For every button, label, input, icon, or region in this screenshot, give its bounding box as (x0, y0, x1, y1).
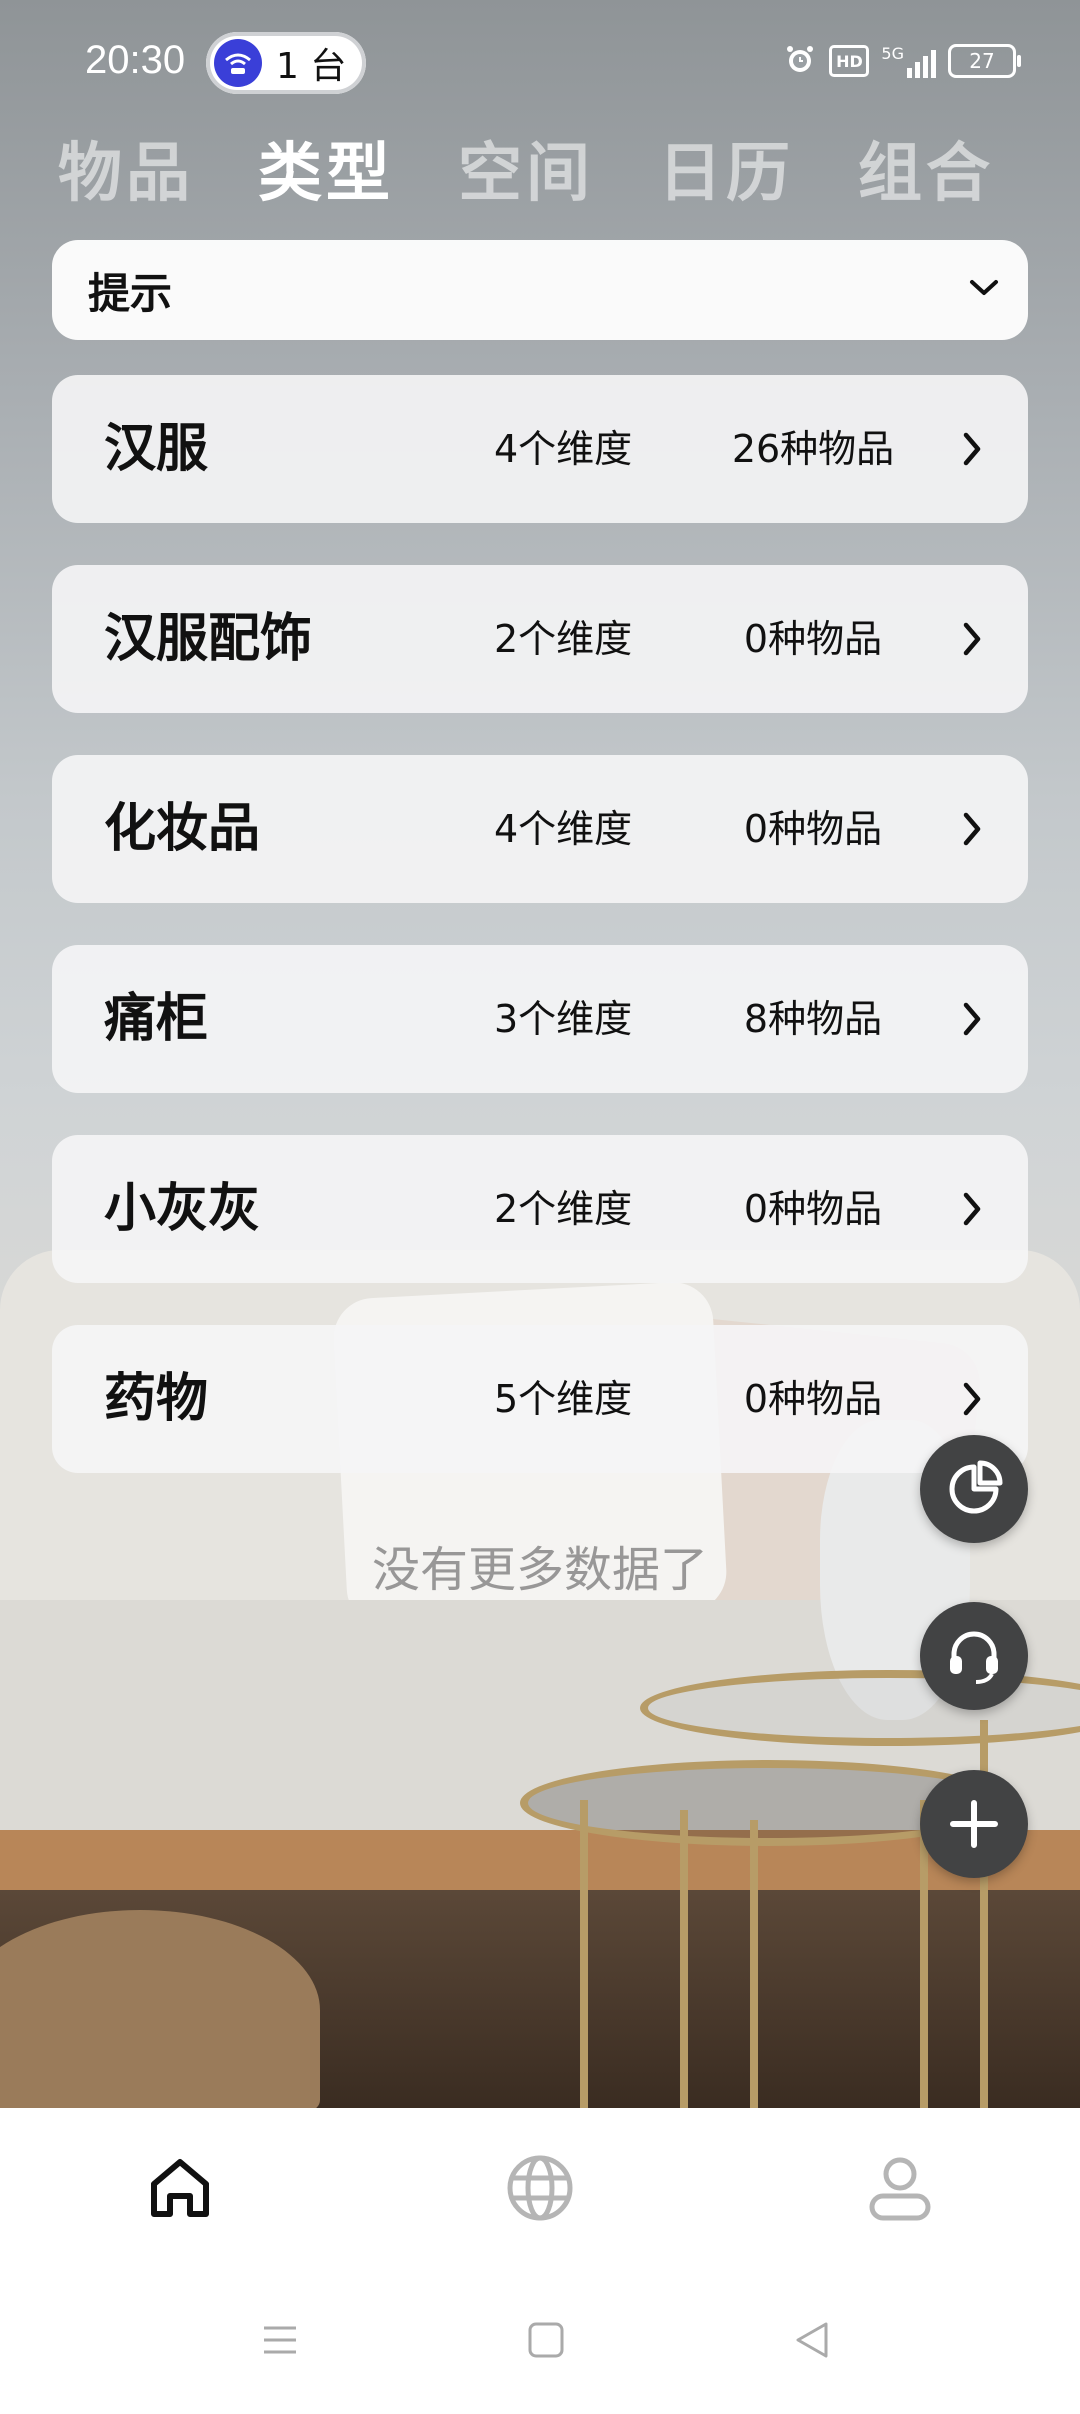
no-more-data-text: 没有更多数据了 (371, 1542, 708, 1598)
network-type: 5G (881, 44, 904, 63)
category-item-count: 0种物品 (743, 617, 883, 661)
menu-icon (264, 2326, 296, 2354)
tab-combos[interactable]: 组合 (858, 122, 994, 214)
bottom-nav (0, 2108, 1080, 2268)
back-triangle-icon (796, 2322, 828, 2358)
category-card[interactable]: 小灰灰 2个维度 0种物品 (52, 1135, 1028, 1283)
chevron-right-icon (963, 1382, 981, 1416)
status-bar: 20:30 1 台 HD 5G 27 (0, 0, 1080, 130)
chevron-right-icon (963, 622, 981, 656)
category-name: 汉服 (104, 419, 209, 479)
category-card[interactable]: 汉服配饰 2个维度 0种物品 (52, 565, 1028, 713)
statistics-button[interactable] (920, 1435, 1028, 1543)
device-count-pill[interactable]: 1 台 (206, 32, 366, 94)
category-item-count: 0种物品 (743, 807, 883, 851)
top-tabs: 物品 类型 空间 日历 组合 (58, 122, 994, 214)
pie-chart-icon (949, 1460, 1003, 1514)
category-dimensions: 4个维度 (494, 427, 633, 471)
wifi-device-icon (214, 39, 262, 87)
add-button[interactable] (920, 1770, 1028, 1878)
category-dimensions: 2个维度 (494, 617, 633, 661)
tips-dropdown[interactable]: 提示 (52, 240, 1028, 340)
tab-spaces[interactable]: 空间 (458, 122, 594, 214)
home-icon (151, 2159, 209, 2217)
chevron-right-icon (963, 812, 981, 846)
chevron-down-icon (968, 278, 1000, 302)
tab-calendar[interactable]: 日历 (658, 122, 794, 214)
category-item-count: 8种物品 (743, 997, 883, 1041)
nav-profile[interactable] (860, 2148, 940, 2228)
home-button[interactable] (516, 2310, 576, 2370)
status-time: 20:30 (85, 38, 186, 82)
tab-items[interactable]: 物品 (58, 122, 194, 214)
back-button[interactable] (782, 2310, 842, 2370)
signal-icon: 5G (881, 44, 936, 78)
plus-icon (950, 1800, 998, 1848)
alarm-icon (783, 42, 817, 80)
category-dimensions: 5个维度 (494, 1377, 633, 1421)
headset-icon (950, 1631, 998, 1684)
system-nav-bar (0, 2268, 1080, 2414)
battery-indicator: 27 (948, 44, 1021, 78)
category-card[interactable]: 痛柜 3个维度 8种物品 (52, 945, 1028, 1093)
category-name: 药物 (104, 1369, 209, 1429)
hd-badge: HD (829, 45, 870, 77)
category-card[interactable]: 化妆品 4个维度 0种物品 (52, 755, 1028, 903)
chevron-right-icon (963, 1002, 981, 1036)
user-icon (869, 2157, 931, 2221)
globe-icon (507, 2155, 573, 2221)
category-name: 小灰灰 (104, 1179, 261, 1239)
chevron-right-icon (963, 432, 981, 466)
category-item-count: 0种物品 (743, 1377, 883, 1421)
category-dimensions: 3个维度 (494, 997, 633, 1041)
customer-service-button[interactable] (920, 1602, 1028, 1710)
category-dimensions: 2个维度 (494, 1187, 633, 1231)
category-card[interactable]: 药物 5个维度 0种物品 (52, 1325, 1028, 1473)
tab-types[interactable]: 类型 (258, 122, 394, 214)
category-card[interactable]: 汉服 4个维度 26种物品 (52, 375, 1028, 523)
nav-home[interactable] (140, 2148, 220, 2228)
category-item-count: 26种物品 (731, 427, 895, 471)
category-dimensions: 4个维度 (494, 807, 633, 851)
category-name: 汉服配饰 (104, 609, 313, 669)
square-icon (528, 2322, 564, 2358)
category-item-count: 0种物品 (743, 1187, 883, 1231)
category-name: 痛柜 (104, 989, 209, 1049)
category-name: 化妆品 (104, 799, 261, 859)
device-count: 1 台 (276, 46, 347, 87)
chevron-right-icon (963, 1192, 981, 1226)
tips-label: 提示 (88, 268, 173, 318)
nav-discover[interactable] (500, 2148, 580, 2228)
menu-button[interactable] (250, 2310, 310, 2370)
